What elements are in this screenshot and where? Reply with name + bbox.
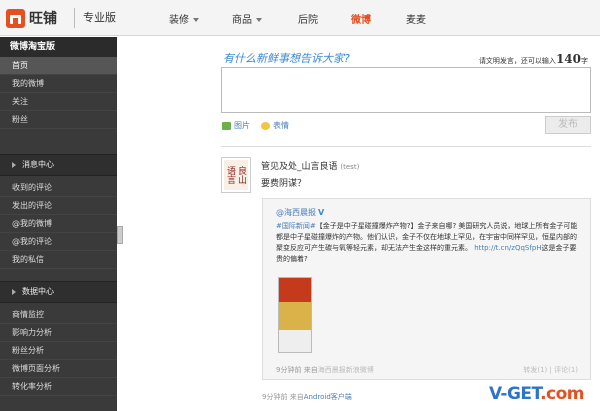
smiley-icon (261, 121, 270, 130)
sidebar-item-mention-comments[interactable]: @我的评论 (0, 233, 117, 251)
post-author[interactable]: 管见及处_山言良语 (test) (261, 159, 359, 172)
repost-card: @海西晨报 V #国际新闻#【金子是中子星碰撞爆炸产物?】金子来自哪? 美国研究人… (262, 198, 591, 380)
nav-backyard[interactable]: 后院 (298, 11, 318, 26)
repost-meta: 9分钟前 来自海西晨报新浪微博 (276, 366, 374, 374)
divider (221, 146, 591, 147)
sidebar-item-messages[interactable]: 我的私信 (0, 251, 117, 269)
insert-picture-button[interactable]: 图片 (222, 120, 250, 131)
caret-right-icon (12, 162, 16, 168)
nav-decorate[interactable]: 装修 (169, 11, 199, 26)
nav-maimai[interactable]: 麦麦 (406, 11, 426, 26)
sidebar-item-fan-analysis[interactable]: 粉丝分析 (0, 342, 117, 360)
sidebar-item-received-comments[interactable]: 收到的评论 (0, 179, 117, 197)
sidebar-item-influence[interactable]: 影响力分析 (0, 324, 117, 342)
sidebar-item-my-weibo[interactable]: 我的微博 (0, 75, 117, 93)
house-icon (6, 8, 25, 28)
chevron-down-icon (256, 18, 262, 22)
chevron-down-icon (193, 18, 199, 22)
sidebar-section-messages[interactable]: 消息中心 (0, 154, 117, 176)
sidebar-section-data[interactable]: 数据中心 (0, 281, 117, 303)
top-nav-bar: 旺铺 专业版 装修 商品 后院 微博 麦麦 (0, 0, 600, 36)
sidebar-item-home[interactable]: 首页 (0, 57, 117, 75)
sidebar: 微博淘宝版 首页 我的微博 关注 粉丝 消息中心 收到的评论 发出的评论 @我的… (0, 37, 117, 411)
composer-prompt: 有什么新鲜事想告诉大家? (223, 52, 350, 65)
char-counter: 请文明发言，还可以输入140字 (478, 52, 588, 66)
caret-right-icon (12, 289, 16, 295)
repost-author[interactable]: @海西晨报 V (276, 207, 324, 218)
brand-name: 旺铺 (29, 11, 57, 27)
post-text: 要费阴谋？ (261, 179, 307, 189)
image-icon (222, 121, 231, 130)
sidebar-item-conversion[interactable]: 转化率分析 (0, 378, 117, 396)
verified-icon: V (318, 208, 325, 217)
insert-emoji-button[interactable]: 表情 (261, 120, 289, 131)
avatar[interactable]: 良山语言 (221, 157, 251, 193)
sidebar-item-fans[interactable]: 粉丝 (0, 111, 117, 129)
nav-products[interactable]: 商品 (232, 11, 262, 26)
nav-weibo[interactable]: 微博 (351, 11, 371, 26)
watermark: V-GET.com (489, 384, 584, 404)
sidebar-item-page-analysis[interactable]: 微博页面分析 (0, 360, 117, 378)
publish-button[interactable]: 发布 (545, 116, 591, 134)
sidebar-title: 微博淘宝版 (0, 37, 117, 57)
post-meta: 9分钟前 来自Android客户端 (262, 393, 352, 401)
sidebar-item-market-monitor[interactable]: 商情监控 (0, 306, 117, 324)
sidebar-item-sent-comments[interactable]: 发出的评论 (0, 197, 117, 215)
sidebar-item-mention-weibo[interactable]: @我的微博 (0, 215, 117, 233)
repost-actions[interactable]: 转发(1) | 评论(1) (523, 365, 578, 375)
post-textarea[interactable] (221, 67, 591, 113)
repost-body: #国际新闻#【金子是中子星碰撞爆炸产物?】金子来自哪? 美国研究人员说，地球上所… (276, 222, 578, 263)
sidebar-item-following[interactable]: 关注 (0, 93, 117, 111)
repost-image[interactable] (278, 277, 312, 353)
brand-logo[interactable]: 旺铺 (6, 8, 57, 28)
sidebar-collapse-handle[interactable] (117, 226, 123, 244)
edition-label: 专业版 (74, 8, 116, 28)
